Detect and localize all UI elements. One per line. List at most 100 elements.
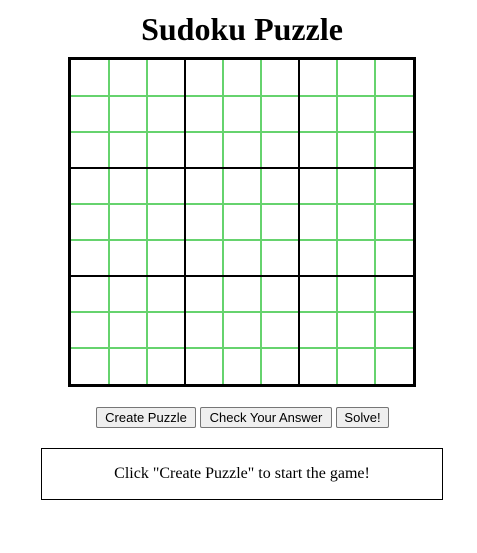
sudoku-cell-bg[interactable] bbox=[261, 132, 299, 168]
sudoku-cell[interactable] bbox=[147, 276, 185, 312]
sudoku-cell-bg[interactable] bbox=[109, 348, 147, 384]
sudoku-cell[interactable] bbox=[261, 60, 299, 96]
sudoku-cell[interactable] bbox=[109, 348, 147, 384]
sudoku-cell-bg[interactable] bbox=[337, 168, 375, 204]
sudoku-cell-bg[interactable] bbox=[185, 276, 223, 312]
sudoku-cell[interactable] bbox=[147, 312, 185, 348]
sudoku-cell[interactable] bbox=[71, 276, 109, 312]
sudoku-cell-bg[interactable] bbox=[147, 348, 185, 384]
sudoku-cell[interactable] bbox=[375, 348, 413, 384]
sudoku-cell[interactable] bbox=[261, 240, 299, 276]
sudoku-cell-bg[interactable] bbox=[375, 132, 413, 168]
sudoku-cell[interactable] bbox=[261, 312, 299, 348]
sudoku-cell[interactable] bbox=[71, 240, 109, 276]
sudoku-cell-bg[interactable] bbox=[261, 204, 299, 240]
sudoku-cell-bg[interactable] bbox=[71, 348, 109, 384]
sudoku-cell[interactable] bbox=[71, 60, 109, 96]
sudoku-cell[interactable] bbox=[375, 276, 413, 312]
sudoku-cell-bg[interactable] bbox=[185, 132, 223, 168]
sudoku-cell-bg[interactable] bbox=[147, 132, 185, 168]
sudoku-cell[interactable] bbox=[109, 312, 147, 348]
sudoku-cell-bg[interactable] bbox=[147, 312, 185, 348]
sudoku-cell[interactable] bbox=[337, 348, 375, 384]
sudoku-cell-bg[interactable] bbox=[109, 204, 147, 240]
sudoku-cell-bg[interactable] bbox=[71, 132, 109, 168]
sudoku-cell[interactable] bbox=[337, 312, 375, 348]
sudoku-cell[interactable] bbox=[109, 276, 147, 312]
sudoku-cell-bg[interactable] bbox=[299, 276, 337, 312]
sudoku-cell-bg[interactable] bbox=[109, 240, 147, 276]
sudoku-cell-bg[interactable] bbox=[261, 96, 299, 132]
sudoku-cell-bg[interactable] bbox=[71, 60, 109, 96]
sudoku-cell-bg[interactable] bbox=[375, 348, 413, 384]
sudoku-cell-bg[interactable] bbox=[109, 312, 147, 348]
sudoku-cell[interactable] bbox=[185, 204, 223, 240]
sudoku-cell-bg[interactable] bbox=[299, 132, 337, 168]
sudoku-cell-bg[interactable] bbox=[71, 312, 109, 348]
sudoku-cell-bg[interactable] bbox=[147, 240, 185, 276]
sudoku-cell-bg[interactable] bbox=[71, 204, 109, 240]
sudoku-cell-bg[interactable] bbox=[223, 96, 261, 132]
sudoku-cell[interactable] bbox=[147, 240, 185, 276]
sudoku-cell[interactable] bbox=[299, 240, 337, 276]
sudoku-cell[interactable] bbox=[299, 60, 337, 96]
create-puzzle-button[interactable]: Create Puzzle bbox=[96, 407, 196, 428]
sudoku-cell[interactable] bbox=[261, 168, 299, 204]
sudoku-cell[interactable] bbox=[223, 60, 261, 96]
sudoku-cell[interactable] bbox=[109, 96, 147, 132]
sudoku-cell[interactable] bbox=[261, 96, 299, 132]
sudoku-cell-bg[interactable] bbox=[223, 276, 261, 312]
sudoku-cell-bg[interactable] bbox=[375, 312, 413, 348]
sudoku-cell[interactable] bbox=[261, 276, 299, 312]
sudoku-cell[interactable] bbox=[261, 348, 299, 384]
sudoku-cell[interactable] bbox=[337, 240, 375, 276]
sudoku-cell-bg[interactable] bbox=[185, 168, 223, 204]
sudoku-cell-bg[interactable] bbox=[223, 312, 261, 348]
sudoku-cell[interactable] bbox=[299, 168, 337, 204]
sudoku-cell[interactable] bbox=[109, 60, 147, 96]
sudoku-cell-bg[interactable] bbox=[337, 348, 375, 384]
sudoku-cell-bg[interactable] bbox=[375, 60, 413, 96]
sudoku-cell[interactable] bbox=[375, 96, 413, 132]
sudoku-cell[interactable] bbox=[109, 240, 147, 276]
sudoku-cell[interactable] bbox=[261, 132, 299, 168]
sudoku-cell[interactable] bbox=[71, 204, 109, 240]
check-answer-button[interactable]: Check Your Answer bbox=[200, 407, 332, 428]
sudoku-cell[interactable] bbox=[109, 204, 147, 240]
sudoku-cell-bg[interactable] bbox=[375, 204, 413, 240]
sudoku-cell[interactable] bbox=[71, 96, 109, 132]
sudoku-cell[interactable] bbox=[337, 276, 375, 312]
sudoku-cell-bg[interactable] bbox=[223, 60, 261, 96]
sudoku-cell-bg[interactable] bbox=[147, 60, 185, 96]
sudoku-cell-bg[interactable] bbox=[223, 168, 261, 204]
sudoku-cell[interactable] bbox=[71, 168, 109, 204]
sudoku-cell[interactable] bbox=[185, 276, 223, 312]
sudoku-cell-bg[interactable] bbox=[337, 240, 375, 276]
sudoku-cell[interactable] bbox=[223, 240, 261, 276]
sudoku-cell[interactable] bbox=[147, 168, 185, 204]
sudoku-cell[interactable] bbox=[337, 168, 375, 204]
sudoku-cell-bg[interactable] bbox=[261, 348, 299, 384]
sudoku-cell[interactable] bbox=[185, 168, 223, 204]
sudoku-cell-bg[interactable] bbox=[337, 60, 375, 96]
sudoku-cell[interactable] bbox=[223, 348, 261, 384]
sudoku-cell-bg[interactable] bbox=[299, 348, 337, 384]
sudoku-cell[interactable] bbox=[337, 132, 375, 168]
sudoku-cell-bg[interactable] bbox=[261, 60, 299, 96]
sudoku-cell-bg[interactable] bbox=[109, 96, 147, 132]
sudoku-cell[interactable] bbox=[71, 312, 109, 348]
sudoku-cell[interactable] bbox=[147, 96, 185, 132]
sudoku-cell-bg[interactable] bbox=[337, 276, 375, 312]
sudoku-cell-bg[interactable] bbox=[261, 312, 299, 348]
sudoku-cell-bg[interactable] bbox=[223, 348, 261, 384]
sudoku-cell-bg[interactable] bbox=[71, 240, 109, 276]
sudoku-cell[interactable] bbox=[375, 60, 413, 96]
sudoku-cell-bg[interactable] bbox=[299, 204, 337, 240]
sudoku-cell[interactable] bbox=[147, 132, 185, 168]
sudoku-cell-bg[interactable] bbox=[337, 132, 375, 168]
sudoku-cell[interactable] bbox=[261, 204, 299, 240]
sudoku-cell-bg[interactable] bbox=[299, 240, 337, 276]
sudoku-cell-bg[interactable] bbox=[261, 240, 299, 276]
sudoku-cell[interactable] bbox=[299, 312, 337, 348]
sudoku-cell[interactable] bbox=[375, 312, 413, 348]
